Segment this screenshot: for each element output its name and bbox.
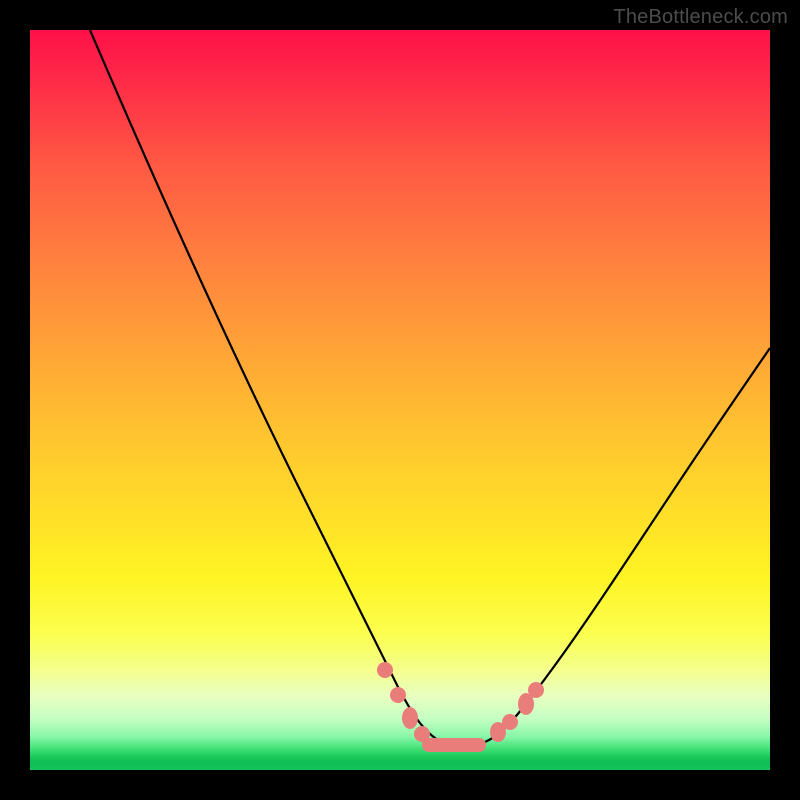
chart-frame: TheBottleneck.com: [0, 0, 800, 800]
curve-overlay: [30, 30, 770, 770]
curve-left: [90, 30, 462, 746]
marker-dot: [402, 707, 418, 729]
watermark-text: TheBottleneck.com: [613, 6, 788, 29]
marker-dot: [414, 726, 430, 742]
marker-dot: [502, 714, 518, 730]
marker-dot: [390, 687, 406, 703]
plot-area: [30, 30, 770, 770]
trough-bar: [422, 738, 486, 752]
marker-dot: [528, 682, 544, 698]
curve-right: [462, 348, 770, 746]
marker-dot: [377, 662, 393, 678]
